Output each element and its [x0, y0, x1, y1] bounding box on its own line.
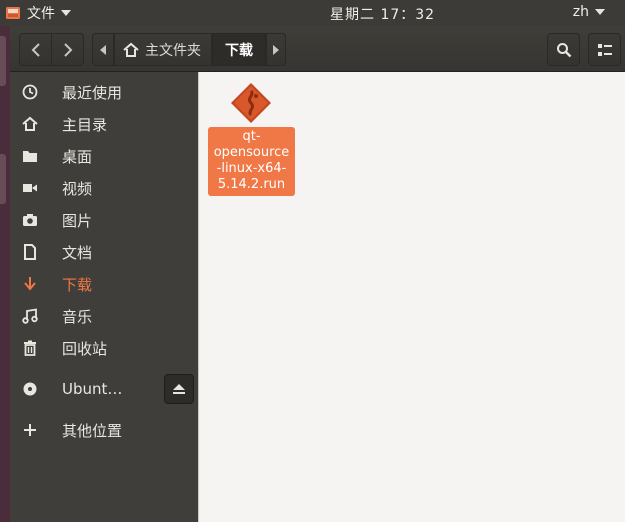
sidebar-item-label: 视频	[62, 179, 93, 198]
home-icon	[123, 42, 139, 57]
sidebar-item-label: 图片	[62, 211, 93, 230]
chevron-left-icon	[31, 42, 40, 57]
sidebar-item-videos[interactable]: 视频	[10, 172, 198, 204]
view-options-button[interactable]	[588, 33, 621, 66]
launcher-strip	[0, 26, 10, 522]
sidebar-item-label: 回收站	[62, 339, 108, 358]
sidebar-item-label: 主目录	[62, 115, 108, 134]
sidebar-item-label: 文档	[62, 243, 93, 262]
chevron-down-icon	[595, 9, 605, 15]
sidebar-item-label: 最近使用	[62, 83, 123, 102]
trash-icon	[24, 340, 36, 356]
header-bar: 主文件夹 下载	[10, 26, 625, 72]
folder-icon	[23, 151, 37, 162]
file-name-line: qt-	[242, 129, 261, 144]
sidebar-item-documents[interactable]: 文档	[10, 236, 198, 268]
launcher-item[interactable]	[0, 36, 6, 86]
home-icon	[22, 116, 38, 131]
sidebar-item-recent[interactable]: 最近使用	[10, 76, 198, 108]
path-home-label: 主文件夹	[145, 42, 201, 59]
back-button[interactable]	[19, 33, 52, 66]
clock-icon	[22, 84, 38, 100]
path-scroll-left[interactable]	[92, 33, 114, 66]
app-menu[interactable]: 文件	[27, 4, 71, 22]
sidebar-item-label: 桌面	[62, 147, 93, 166]
triangle-right-icon	[273, 44, 279, 55]
video-icon	[23, 184, 37, 192]
chevron-right-icon	[63, 42, 72, 57]
language-indicator[interactable]: zh	[573, 4, 605, 20]
forward-button[interactable]	[51, 33, 84, 66]
sidebar-item-trash[interactable]: 回收站	[10, 332, 198, 364]
triangle-left-icon	[100, 44, 106, 55]
search-icon	[556, 42, 571, 57]
eject-button[interactable]	[164, 374, 194, 404]
launcher-item[interactable]	[0, 154, 6, 204]
top-panel: 文件 星期二 17：32 zh	[0, 0, 625, 26]
file-name-line: -linux-x64-	[216, 161, 287, 176]
document-icon	[24, 244, 36, 260]
chevron-down-icon	[61, 10, 71, 16]
sidebar-item-label: 音乐	[62, 307, 93, 326]
sidebar-item-label: 其他位置	[62, 421, 123, 440]
sidebar-item-downloads[interactable]: 下载	[10, 268, 198, 300]
path-current-button[interactable]: 下载	[212, 33, 266, 66]
plus-icon	[24, 424, 36, 436]
path-bar: 主文件夹 下载	[92, 33, 286, 66]
sidebar-item-music[interactable]: 音乐	[10, 300, 198, 332]
download-icon	[24, 277, 36, 291]
app-menu-label: 文件	[27, 6, 55, 22]
language-label: zh	[572, 4, 589, 20]
list-view-icon	[597, 43, 612, 56]
sidebar-item-pictures[interactable]: 图片	[10, 204, 198, 236]
sidebar-item-label: 下载	[62, 275, 93, 294]
search-button[interactable]	[547, 33, 580, 66]
file-name-line: 5.14.2.run	[217, 177, 286, 192]
camera-icon	[23, 214, 37, 226]
disc-icon	[23, 382, 37, 396]
music-icon	[22, 308, 38, 324]
sidebar-item-other-locations[interactable]: 其他位置	[10, 414, 198, 446]
file-name-label: qt- opensource -linux-x64- 5.14.2.run	[208, 127, 295, 196]
path-current-label: 下载	[225, 42, 253, 59]
files-app-icon	[6, 7, 20, 19]
path-scroll-right[interactable]	[266, 33, 286, 66]
file-name-line: opensource	[213, 145, 290, 160]
sidebar-item-desktop[interactable]: 桌面	[10, 140, 198, 172]
path-home-button[interactable]: 主文件夹	[114, 33, 212, 66]
sidebar-item-label: Ubunt…	[62, 380, 123, 398]
places-sidebar: 最近使用 主目录 桌面 视频 图片 文档 下载 音乐 回收站 Ubunt… 其他…	[10, 72, 198, 522]
eject-icon	[173, 384, 185, 394]
executable-file-icon	[231, 83, 271, 123]
file-view[interactable]: qt- opensource -linux-x64- 5.14.2.run	[198, 72, 625, 522]
sidebar-item-home[interactable]: 主目录	[10, 108, 198, 140]
clock[interactable]: 星期二 17：32	[330, 4, 435, 24]
